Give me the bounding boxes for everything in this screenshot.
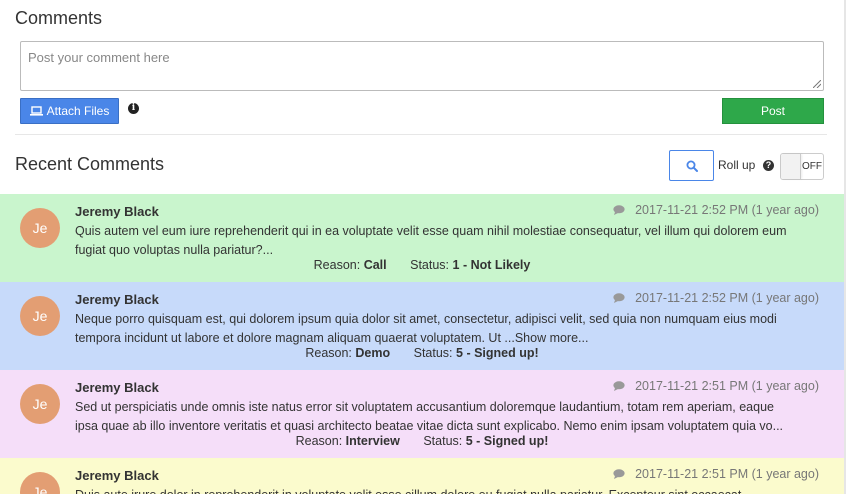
chat-bubble-icon [613,381,625,391]
reason-label: Reason: [313,258,361,272]
recent-comments-title: Recent Comments [15,154,165,174]
comment-author[interactable]: Jeremy Black [75,204,159,219]
search-button[interactable] [669,150,714,181]
reason-label: Reason: [305,346,352,360]
comment-footer: Reason: Interview Status: 5 - Signed up! [0,434,844,448]
avatar[interactable]: Je [20,384,60,424]
comment-item: Je Jeremy Black 2017-11-21 2:51 PM (1 ye… [0,458,844,494]
comment-item: Je Jeremy Black 2017-11-21 2:51 PM (1 ye… [0,370,844,458]
reason-value: Call [363,258,387,272]
rollup-toggle[interactable]: OFF [780,153,824,180]
comment-author[interactable]: Jeremy Black [75,380,159,395]
comment-item: Je Jeremy Black 2017-11-21 2:52 PM (1 ye… [0,282,844,370]
search-icon [686,160,698,172]
status-label: Status: [413,346,453,360]
comment-text-line: fugiat quo voluptas nulla pariatur?... [75,242,274,257]
status-label: Status: [423,434,463,448]
comment-author[interactable]: Jeremy Black [75,292,159,307]
comment-text-line: Duis aute irure dolor in reprehenderit i… [75,486,820,494]
help-icon[interactable]: ? [763,160,774,171]
comment-timestamp: 2017-11-21 2:51 PM (1 year ago) [635,467,819,481]
reason-label: Reason: [295,434,343,448]
comment-timestamp: 2017-11-21 2:52 PM (1 year ago) [635,203,819,217]
comment-item: Je Jeremy Black 2017-11-21 2:52 PM (1 ye… [0,194,844,282]
chat-bubble-icon [613,205,625,215]
chat-bubble-icon [613,293,625,303]
rollup-label: Roll up [718,158,756,172]
chat-bubble-icon [613,469,625,479]
comment-text-line: Quis autem vel eum iure reprehenderit qu… [75,224,787,238]
toggle-state: OFF [802,161,822,172]
divider [15,134,827,135]
comment-body: Neque porro quisquam est, qui dolorem ip… [75,310,820,347]
page-title: Comments [15,8,103,28]
comment-meta: 2017-11-21 2:51 PM (1 year ago) [613,379,819,393]
avatar[interactable]: Je [20,208,60,248]
comment-body: Sed ut perspiciatis unde omnis iste natu… [75,398,820,435]
status-value: 5 - Signed up! [456,346,539,360]
attach-files-label: Attach Files [46,104,110,118]
avatar[interactable]: Je [20,472,60,494]
post-button[interactable]: Post [722,98,824,124]
comment-text-line: Neque porro quisquam est, qui dolorem ip… [75,312,777,326]
status-value: 1 - Not Likely [452,258,531,272]
comment-text-line[interactable]: tempora incidunt ut labore et dolore mag… [75,329,820,348]
avatar[interactable]: Je [20,296,60,336]
comment-footer: Reason: Call Status: 1 - Not Likely [0,258,844,272]
attach-files-button[interactable]: Attach Files [20,98,119,124]
comment-placeholder: Post your comment here [28,50,170,65]
status-value: 5 - Signed up! [465,434,549,448]
comment-timestamp: 2017-11-21 2:52 PM (1 year ago) [635,291,819,305]
comment-timestamp: 2017-11-21 2:51 PM (1 year ago) [635,379,819,393]
comment-footer: Reason: Demo Status: 5 - Signed up! [0,346,844,360]
reason-value: Demo [355,346,391,360]
comment-body: Quis autem vel eum iure reprehenderit qu… [75,222,820,259]
comment-meta: 2017-11-21 2:52 PM (1 year ago) [613,203,819,217]
reason-value: Interview [345,434,400,448]
comment-text-line: Sed ut perspiciatis unde omnis iste natu… [75,400,774,414]
comment-author[interactable]: Jeremy Black [75,468,159,483]
status-label: Status: [410,258,450,272]
info-icon[interactable]: i [128,103,139,114]
comment-body: Duis aute irure dolor in reprehenderit i… [75,486,820,494]
laptop-icon [29,106,43,116]
resize-grip-icon[interactable] [813,80,821,88]
comment-meta: 2017-11-21 2:52 PM (1 year ago) [613,291,819,305]
toggle-knob[interactable] [781,154,801,179]
comment-input[interactable]: Post your comment here [20,41,824,91]
comment-meta: 2017-11-21 2:51 PM (1 year ago) [613,467,819,481]
comment-text-line: ipsa quae ab illo inventore veritatis et… [75,418,784,433]
